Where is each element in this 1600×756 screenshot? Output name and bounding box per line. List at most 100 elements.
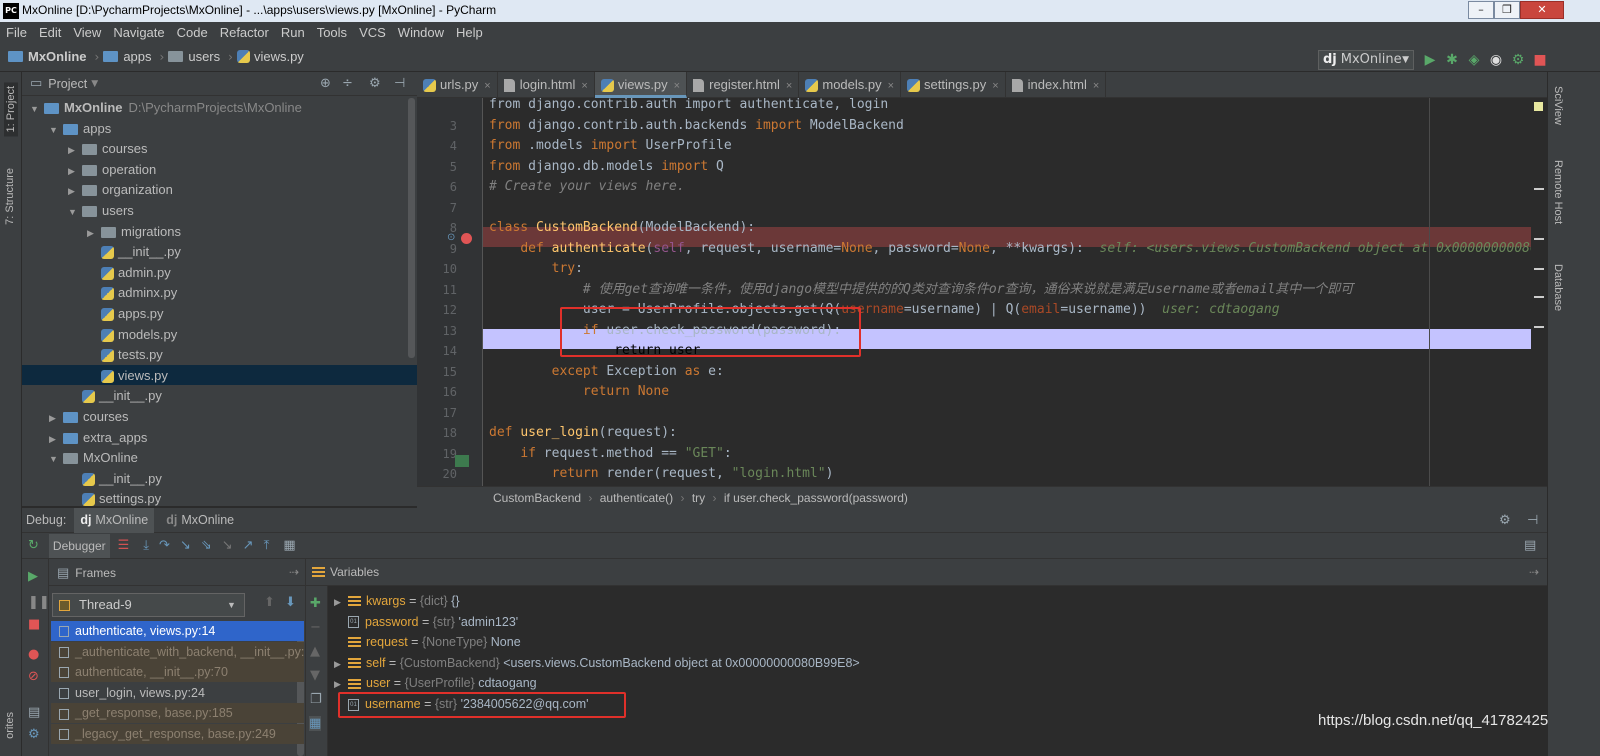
frame-item[interactable]: _authenticate_with_backend, __init__.py:…: [51, 641, 304, 662]
menu-window[interactable]: Window: [398, 25, 444, 40]
menu-refactor[interactable]: Refactor: [220, 25, 269, 40]
frame-item[interactable]: _legacy_get_response, base.py:249: [51, 724, 304, 744]
copy-icon[interactable]: ❐: [310, 692, 322, 707]
coverage-icon[interactable]: ◈: [1466, 52, 1482, 68]
editor-tab[interactable]: register.html ×: [687, 71, 800, 98]
breadcrumb-apps[interactable]: apps: [123, 49, 151, 64]
tree-item[interactable]: __init__.py: [68, 386, 162, 406]
run-to-cursor-icon[interactable]: ⤒: [264, 538, 270, 553]
show-execution-point-icon[interactable]: ⤓: [143, 538, 149, 553]
pin-icon[interactable]: ⇢: [289, 559, 299, 586]
move-up-icon[interactable]: ▲: [310, 644, 320, 659]
tree-item[interactable]: __init__.py: [68, 469, 162, 489]
chevron-right-icon[interactable]: ▶: [49, 429, 59, 449]
menu-tools[interactable]: Tools: [317, 25, 347, 40]
tool-window-project[interactable]: 1: Project: [4, 82, 18, 137]
locate-icon[interactable]: ⊕: [320, 76, 331, 91]
tree-item[interactable]: ▶ extra_apps: [49, 428, 147, 448]
close-icon[interactable]: ×: [581, 80, 587, 92]
gear-icon[interactable]: ⚙: [1499, 513, 1511, 528]
tree-item[interactable]: admin.py: [87, 263, 171, 283]
close-button[interactable]: ✕: [1520, 1, 1564, 19]
breadcrumb-file[interactable]: views.py: [254, 49, 304, 64]
remove-watch-icon[interactable]: −: [310, 620, 321, 635]
tree-item[interactable]: ▶ operation: [68, 160, 156, 180]
run-configuration-select[interactable]: dj MxOnline ▼: [1318, 50, 1414, 70]
mute-breakpoints-icon[interactable]: ⊘: [28, 669, 39, 684]
tree-item[interactable]: ▼ apps: [49, 119, 111, 139]
step-into-icon[interactable]: ↘: [180, 538, 191, 553]
step-over-icon[interactable]: ↷: [159, 538, 170, 553]
menu-help[interactable]: Help: [456, 25, 483, 40]
force-step-into-icon[interactable]: ↘: [222, 538, 233, 553]
concurrency-icon[interactable]: ⚙: [1510, 52, 1526, 68]
frame-item[interactable]: _get_response, base.py:185: [51, 703, 304, 724]
collapse-icon[interactable]: ÷: [342, 76, 353, 91]
chevron-down-icon[interactable]: ▼: [49, 120, 59, 140]
error-stripe-mark[interactable]: [1534, 238, 1544, 240]
frame-item[interactable]: authenticate, views.py:14: [51, 621, 304, 641]
close-icon[interactable]: ×: [992, 80, 998, 92]
chevron-down-icon[interactable]: ▼: [91, 79, 98, 89]
settings-icon[interactable]: ⚙: [28, 727, 40, 742]
chevron-down-icon[interactable]: ▼: [49, 449, 59, 469]
console-icon[interactable]: ☰: [118, 538, 130, 553]
chevron-right-icon[interactable]: ▶: [49, 408, 59, 428]
chevron-right-icon[interactable]: ▶: [68, 140, 78, 160]
menu-file[interactable]: File: [6, 25, 27, 40]
menu-vcs[interactable]: VCS: [359, 25, 386, 40]
stop-icon[interactable]: ■: [28, 617, 40, 632]
frame-item[interactable]: authenticate, __init__.py:70: [51, 662, 304, 683]
error-stripe-mark[interactable]: [1534, 296, 1544, 298]
menu-code[interactable]: Code: [177, 25, 208, 40]
project-scrollbar[interactable]: [408, 98, 415, 358]
maximize-button[interactable]: ❒: [1494, 1, 1520, 19]
variable-row[interactable]: ▶ user = {UserProfile} cdtaogang: [334, 673, 537, 693]
chevron-right-icon[interactable]: ▶: [334, 654, 348, 674]
debug-tab[interactable]: dj MxOnline: [160, 513, 240, 527]
inspection-status-icon[interactable]: [1534, 102, 1543, 111]
tree-item[interactable]: __init__.py: [87, 242, 181, 262]
thread-select[interactable]: Thread-9 ▼: [52, 593, 245, 617]
tree-item[interactable]: views.py: [87, 366, 168, 386]
debug-tab-active[interactable]: dj MxOnline: [74, 507, 155, 533]
tree-item[interactable]: models.py: [87, 325, 177, 345]
editor-tab[interactable]: urls.py ×: [417, 71, 498, 98]
tree-item[interactable]: ▼ users: [68, 201, 134, 221]
tree-item[interactable]: ▶ migrations: [87, 222, 181, 242]
close-icon[interactable]: ×: [1093, 80, 1099, 92]
tool-window-sciview[interactable]: SciView: [1552, 86, 1564, 125]
frame-item[interactable]: user_login, views.py:24: [51, 683, 304, 703]
chevron-right-icon[interactable]: ▶: [68, 181, 78, 201]
editor-tab[interactable]: models.py ×: [799, 71, 902, 98]
menu-navigate[interactable]: Navigate: [113, 25, 164, 40]
move-down-icon[interactable]: ▼: [310, 668, 320, 683]
editor-crumb-if[interactable]: if user.check_password(password): [724, 491, 908, 505]
view-breakpoints-icon[interactable]: ●: [28, 647, 39, 662]
pause-icon[interactable]: ❚❚: [28, 595, 50, 610]
evaluate-expression-icon[interactable]: ▦: [283, 538, 295, 553]
tool-window-favorites[interactable]: orites: [4, 712, 16, 739]
code-editor[interactable]: from django.contrib.auth import authenti…: [483, 98, 1547, 486]
hide-icon[interactable]: ⊣: [394, 76, 405, 91]
breadcrumb-project[interactable]: MxOnline: [28, 49, 87, 64]
pin-icon[interactable]: ⇢: [1529, 559, 1539, 586]
run-icon[interactable]: ▶: [1422, 52, 1438, 68]
breakpoint-icon[interactable]: [461, 233, 472, 244]
close-icon[interactable]: ×: [786, 80, 792, 92]
error-stripe-mark[interactable]: [1534, 188, 1544, 190]
editor-crumb-class[interactable]: CustomBackend: [493, 491, 581, 505]
editor-tab[interactable]: settings.py ×: [901, 71, 1006, 98]
resume-icon[interactable]: ▶: [28, 569, 38, 584]
tree-item[interactable]: ▶ courses: [49, 407, 129, 427]
restore-layout-icon[interactable]: ▤: [1524, 538, 1536, 553]
tree-item[interactable]: tests.py: [87, 345, 163, 365]
tree-item[interactable]: apps.py: [87, 304, 164, 324]
tree-item[interactable]: ▼ MxOnline D:\PycharmProjects\MxOnline: [30, 98, 302, 118]
editor-tab[interactable]: index.html ×: [1006, 71, 1107, 98]
variable-row[interactable]: ▶ self = {CustomBackend} <users.views.Cus…: [334, 653, 860, 673]
tree-item[interactable]: ▶ courses: [68, 139, 148, 159]
editor-crumb-function[interactable]: authenticate(): [600, 491, 673, 505]
step-into-my-code-icon[interactable]: ⇘: [201, 538, 212, 553]
gear-icon[interactable]: ⚙: [369, 76, 381, 91]
